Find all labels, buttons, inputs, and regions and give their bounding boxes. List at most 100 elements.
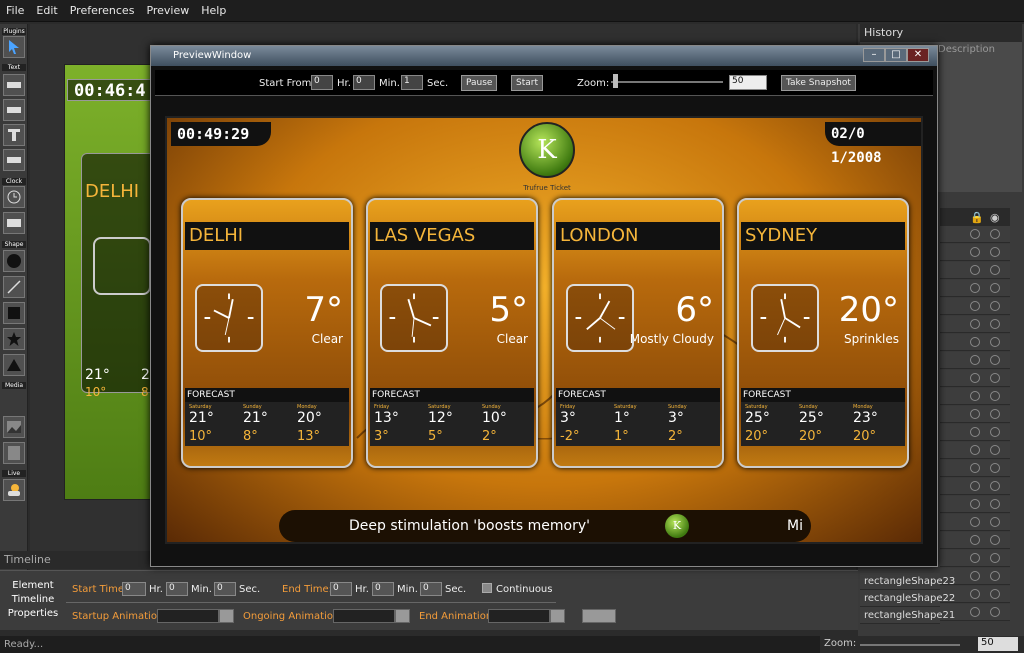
lock-toggle[interactable] [970,499,980,509]
star-tool[interactable] [3,328,25,350]
layer-row[interactable] [940,442,1010,459]
continuous-checkbox[interactable] [482,583,492,593]
triangle-tool[interactable] [3,354,25,376]
zoom-value[interactable]: 50 [729,75,767,90]
layer-row[interactable] [940,334,1010,351]
text-tool[interactable] [3,124,25,146]
visibility-toggle[interactable] [990,373,1000,383]
end-animation-select[interactable] [488,609,550,623]
visibility-toggle[interactable] [990,535,1000,545]
layer-row[interactable] [940,496,1010,513]
start-min-input[interactable]: 0 [166,582,188,596]
start-sec-input[interactable]: 0 [214,582,236,596]
start-sec-input[interactable]: 1 [401,75,423,90]
element-properties-tab[interactable]: Element Timeline Properties [4,575,62,625]
visibility-toggle[interactable] [990,283,1000,293]
visibility-toggle[interactable] [990,409,1000,419]
layer-row[interactable] [940,316,1010,333]
layer-row[interactable] [940,406,1010,423]
visibility-toggle[interactable] [990,391,1000,401]
visibility-toggle[interactable] [990,607,1000,617]
lock-toggle[interactable] [970,301,980,311]
ticker-tool-3[interactable] [3,149,25,171]
visibility-toggle[interactable] [990,229,1000,239]
ticker-tool[interactable] [3,74,25,96]
rectangle-tool[interactable] [3,302,25,324]
layer-row[interactable] [940,514,1010,531]
lock-toggle[interactable] [970,571,980,581]
layer-row[interactable] [940,424,1010,441]
end-hr-input[interactable]: 0 [330,582,352,596]
lock-toggle[interactable] [970,319,980,329]
visibility-toggle[interactable] [990,301,1000,311]
lock-toggle[interactable] [970,553,980,563]
visibility-toggle[interactable] [990,445,1000,455]
end-animation-button[interactable] [550,609,565,623]
lock-toggle[interactable] [970,445,980,455]
layer-row[interactable] [940,478,1010,495]
start-hr-input[interactable]: 0 [311,75,333,90]
lock-toggle[interactable] [970,409,980,419]
lock-toggle[interactable] [970,589,980,599]
layer-row[interactable] [940,244,1010,261]
video-tool[interactable] [3,442,25,464]
ongoing-animation-button[interactable] [395,609,410,623]
visibility-toggle[interactable] [990,319,1000,329]
visibility-toggle[interactable] [990,517,1000,527]
ongoing-animation-select[interactable] [333,609,395,623]
analog-clock-tool[interactable] [3,186,25,208]
startup-animation-button[interactable] [219,609,234,623]
visibility-toggle[interactable] [990,463,1000,473]
menu-file[interactable]: File [6,4,24,17]
layer-row[interactable] [940,460,1010,477]
lock-toggle[interactable] [970,463,980,473]
line-tool[interactable] [3,276,25,298]
visibility-toggle[interactable] [990,553,1000,563]
menu-help[interactable]: Help [201,4,226,17]
zoom-slider[interactable] [611,81,723,83]
apply-button[interactable] [582,609,616,623]
ticker-tool-2[interactable] [3,99,25,121]
lock-toggle[interactable] [970,517,980,527]
lock-toggle[interactable] [970,535,980,545]
menu-preview[interactable]: Preview [146,4,189,17]
pointer-tool[interactable] [3,36,25,58]
zoom-slider[interactable] [860,644,960,646]
lock-toggle[interactable] [970,265,980,275]
layer-row[interactable] [940,298,1010,315]
lock-toggle[interactable] [970,607,980,617]
start-min-input[interactable]: 0 [353,75,375,90]
circle-tool[interactable] [3,250,25,272]
weather-tool[interactable] [3,479,25,501]
layer-row[interactable] [940,262,1010,279]
image-tool[interactable] [3,416,25,438]
end-sec-input[interactable]: 0 [420,582,442,596]
digital-clock-tool[interactable] [3,212,25,234]
layer-row[interactable] [940,280,1010,297]
layer-row[interactable] [940,352,1010,369]
lock-toggle[interactable] [970,337,980,347]
lock-toggle[interactable] [970,391,980,401]
layer-row[interactable] [940,550,1010,567]
visibility-toggle[interactable] [990,481,1000,491]
startup-animation-select[interactable] [157,609,219,623]
lock-toggle[interactable] [970,247,980,257]
start-button[interactable]: Start [511,75,543,91]
start-hr-input[interactable]: 0 [122,582,146,596]
lock-toggle[interactable] [970,229,980,239]
layer-row[interactable] [940,532,1010,549]
menu-preferences[interactable]: Preferences [70,4,135,17]
visibility-toggle[interactable] [990,355,1000,365]
lock-toggle[interactable] [970,283,980,293]
lock-toggle[interactable] [970,481,980,491]
visibility-toggle[interactable] [990,499,1000,509]
end-min-input[interactable]: 0 [372,582,394,596]
maximize-button[interactable]: □ [885,48,907,62]
layer-row[interactable] [940,226,1010,243]
visibility-toggle[interactable] [990,571,1000,581]
visibility-toggle[interactable] [990,427,1000,437]
layer-row[interactable] [940,388,1010,405]
menu-edit[interactable]: Edit [36,4,57,17]
lock-toggle[interactable] [970,427,980,437]
lock-toggle[interactable] [970,373,980,383]
